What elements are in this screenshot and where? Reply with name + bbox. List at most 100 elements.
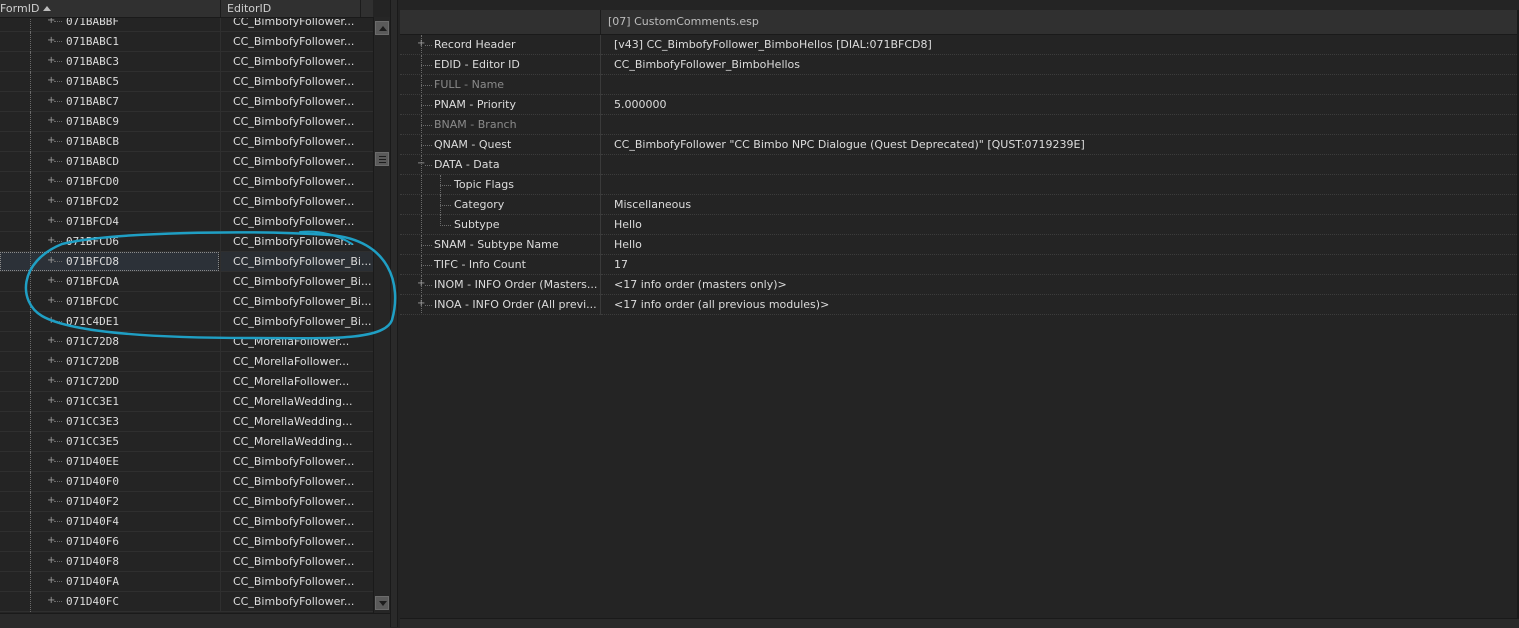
field-name-cell[interactable]: Topic Flags xyxy=(400,175,601,195)
table-row[interactable]: +071D40FA CC_BimbofyFollower... xyxy=(0,572,373,592)
table-row[interactable]: +071BFCD2 CC_BimbofyFollower... xyxy=(0,192,373,212)
formid-cell[interactable]: +071D40F0 xyxy=(0,472,219,492)
editorid-cell[interactable]: CC_BimbofyFollower... xyxy=(220,92,373,111)
column-divider[interactable] xyxy=(360,0,361,17)
formid-cell[interactable]: +071BFCD8 xyxy=(0,252,219,272)
formid-cell[interactable]: +071BABCD xyxy=(0,152,219,172)
formid-cell[interactable]: +071D40F4 xyxy=(0,512,219,532)
editorid-cell[interactable]: CC_BimbofyFollower... xyxy=(220,572,373,591)
field-value-cell[interactable] xyxy=(601,115,1519,135)
editorid-cell[interactable]: CC_BimbofyFollower... xyxy=(220,72,373,91)
editorid-cell[interactable]: CC_BimbofyFollower... xyxy=(220,512,373,531)
field-value-cell[interactable]: Miscellaneous xyxy=(601,195,1519,215)
record-field-row[interactable]: + INOM - INFO Order (Masters... <17 info o… xyxy=(400,275,1519,295)
formid-cell[interactable]: +071BFCD6 xyxy=(0,232,219,252)
field-name-cell[interactable]: SNAM - Subtype Name xyxy=(400,235,601,255)
field-value-cell[interactable]: 5.000000 xyxy=(601,95,1519,115)
field-name-cell[interactable]: BNAM - Branch xyxy=(400,115,601,135)
field-name-cell[interactable]: Category xyxy=(400,195,601,215)
scroll-down-button[interactable] xyxy=(375,596,389,610)
editorid-cell[interactable]: CC_MorellaFollower... xyxy=(220,372,373,391)
editorid-cell[interactable]: CC_BimbofyFollower... xyxy=(220,452,373,471)
record-field-row[interactable]: Category Miscellaneous xyxy=(400,195,1519,215)
table-row[interactable]: +071BABCB CC_BimbofyFollower... xyxy=(0,132,373,152)
formid-cell[interactable]: +071CC3E5 xyxy=(0,432,219,452)
pane-splitter[interactable] xyxy=(390,0,398,627)
record-list-scrollbar[interactable] xyxy=(373,17,391,613)
formid-cell[interactable]: +071BFCD4 xyxy=(0,212,219,232)
editorid-cell[interactable]: CC_BimbofyFollower_Bi... xyxy=(220,272,373,291)
editorid-cell[interactable]: CC_BimbofyFollower... xyxy=(220,152,373,171)
table-row[interactable]: +071CC3E3 CC_MorellaWedding... xyxy=(0,412,373,432)
field-value-cell[interactable]: [v43] CC_BimbofyFollower_BimboHellos [DI… xyxy=(601,35,1519,55)
formid-cell[interactable]: +071BFCD2 xyxy=(0,192,219,212)
record-field-row[interactable]: FULL - Name xyxy=(400,75,1519,95)
collapse-icon[interactable]: − xyxy=(417,157,426,171)
table-row[interactable]: +071BFCD8 CC_BimbofyFollower_Bi... xyxy=(0,252,373,272)
table-row[interactable]: +071D40F6 CC_BimbofyFollower... xyxy=(0,532,373,552)
table-row[interactable]: +071BABC5 CC_BimbofyFollower... xyxy=(0,72,373,92)
formid-cell[interactable]: +071BABCB xyxy=(0,132,219,152)
table-row[interactable]: +071C72DD CC_MorellaFollower... xyxy=(0,372,373,392)
editorid-cell[interactable]: CC_BimbofyFollower_Bi... xyxy=(220,292,373,311)
editorid-cell[interactable]: CC_BimbofyFollower_Bi... xyxy=(220,252,373,271)
field-value-cell[interactable]: CC_BimbofyFollower "CC Bimbo NPC Dialogu… xyxy=(601,135,1519,155)
field-name-cell[interactable]: EDID - Editor ID xyxy=(400,55,601,75)
record-field-row[interactable]: − DATA - Data xyxy=(400,155,1519,175)
table-row[interactable]: +071CC3E1 CC_MorellaWedding... xyxy=(0,392,373,412)
editorid-cell[interactable]: CC_BimbofyFollower... xyxy=(220,32,373,51)
formid-cell[interactable]: +071C72DD xyxy=(0,372,219,392)
record-field-row[interactable]: + INOA - INFO Order (All previ... <17 info… xyxy=(400,295,1519,315)
editorid-cell[interactable]: CC_BimbofyFollower... xyxy=(220,472,373,491)
table-row[interactable]: +071C72D8 CC_MorellaFollower... xyxy=(0,332,373,352)
field-value-cell[interactable]: CC_BimbofyFollower_BimboHellos xyxy=(601,55,1519,75)
editorid-cell[interactable]: CC_BimbofyFollower... xyxy=(220,232,373,251)
table-row[interactable]: +071D40FC CC_BimbofyFollower... xyxy=(0,592,373,612)
column-divider[interactable] xyxy=(600,10,601,34)
editorid-cell[interactable]: CC_MorellaWedding... xyxy=(220,392,373,411)
field-value-cell[interactable]: Hello xyxy=(601,215,1519,235)
field-value-cell[interactable] xyxy=(601,155,1519,175)
formid-cell[interactable]: +071C72D8 xyxy=(0,332,219,352)
formid-cell[interactable]: +071BABC3 xyxy=(0,52,219,72)
table-row[interactable]: +071D40EE CC_BimbofyFollower... xyxy=(0,452,373,472)
expand-icon[interactable]: + xyxy=(417,277,426,291)
editorid-cell[interactable]: CC_BimbofyFollower... xyxy=(220,172,373,191)
formid-cell[interactable]: +071C4DE1 xyxy=(0,312,219,332)
table-row[interactable]: +071BFCD6 CC_BimbofyFollower... xyxy=(0,232,373,252)
record-field-row[interactable]: PNAM - Priority 5.000000 xyxy=(400,95,1519,115)
editorid-cell[interactable]: CC_BimbofyFollower... xyxy=(220,552,373,571)
record-field-row[interactable]: QNAM - Quest CC_BimbofyFollower "CC Bimbo… xyxy=(400,135,1519,155)
field-name-cell[interactable]: PNAM - Priority xyxy=(400,95,601,115)
table-row[interactable]: +071BFCDC CC_BimbofyFollower_Bi... xyxy=(0,292,373,312)
formid-cell[interactable]: +071BFCDA xyxy=(0,272,219,292)
scroll-up-button[interactable] xyxy=(375,21,389,35)
field-value-cell[interactable]: 17 xyxy=(601,255,1519,275)
formid-cell[interactable]: +071CC3E1 xyxy=(0,392,219,412)
table-row[interactable]: +071BFCD0 CC_BimbofyFollower... xyxy=(0,172,373,192)
scroll-thumb[interactable] xyxy=(375,152,389,166)
table-row[interactable]: +071D40F4 CC_BimbofyFollower... xyxy=(0,512,373,532)
editorid-cell[interactable]: CC_BimbofyFollower... xyxy=(220,492,373,511)
formid-cell[interactable]: +071BFCDC xyxy=(0,292,219,312)
formid-cell[interactable]: +071BFCD0 xyxy=(0,172,219,192)
table-row[interactable]: +071BABC1 CC_BimbofyFollower... xyxy=(0,32,373,52)
table-row[interactable]: +071BABCD CC_BimbofyFollower... xyxy=(0,152,373,172)
field-name-cell[interactable]: + Record Header xyxy=(400,35,601,55)
formid-cell[interactable]: +071D40F6 xyxy=(0,532,219,552)
table-row[interactable]: +071C4DE1 CC_BimbofyFollower_Bi... xyxy=(0,312,373,332)
field-name-cell[interactable]: TIFC - Info Count xyxy=(400,255,601,275)
table-row[interactable]: +071D40F8 CC_BimbofyFollower... xyxy=(0,552,373,572)
field-value-cell[interactable]: <17 info order (masters only)> xyxy=(601,275,1519,295)
formid-cell[interactable]: +071BABC5 xyxy=(0,72,219,92)
formid-cell[interactable]: +071D40FC xyxy=(0,592,219,612)
editorid-cell[interactable]: CC_MorellaFollower... xyxy=(220,352,373,371)
formid-cell[interactable]: +071BABC7 xyxy=(0,92,219,112)
editorid-cell[interactable]: CC_BimbofyFollower... xyxy=(220,192,373,211)
editorid-cell[interactable]: CC_BimbofyFollower... xyxy=(220,592,373,611)
plugin-file-header[interactable]: [07] CustomComments.esp xyxy=(608,15,759,28)
table-row[interactable]: +071D40F0 CC_BimbofyFollower... xyxy=(0,472,373,492)
record-field-row[interactable]: TIFC - Info Count 17 xyxy=(400,255,1519,275)
field-name-cell[interactable]: QNAM - Quest xyxy=(400,135,601,155)
table-row[interactable]: +071BABC3 CC_BimbofyFollower... xyxy=(0,52,373,72)
